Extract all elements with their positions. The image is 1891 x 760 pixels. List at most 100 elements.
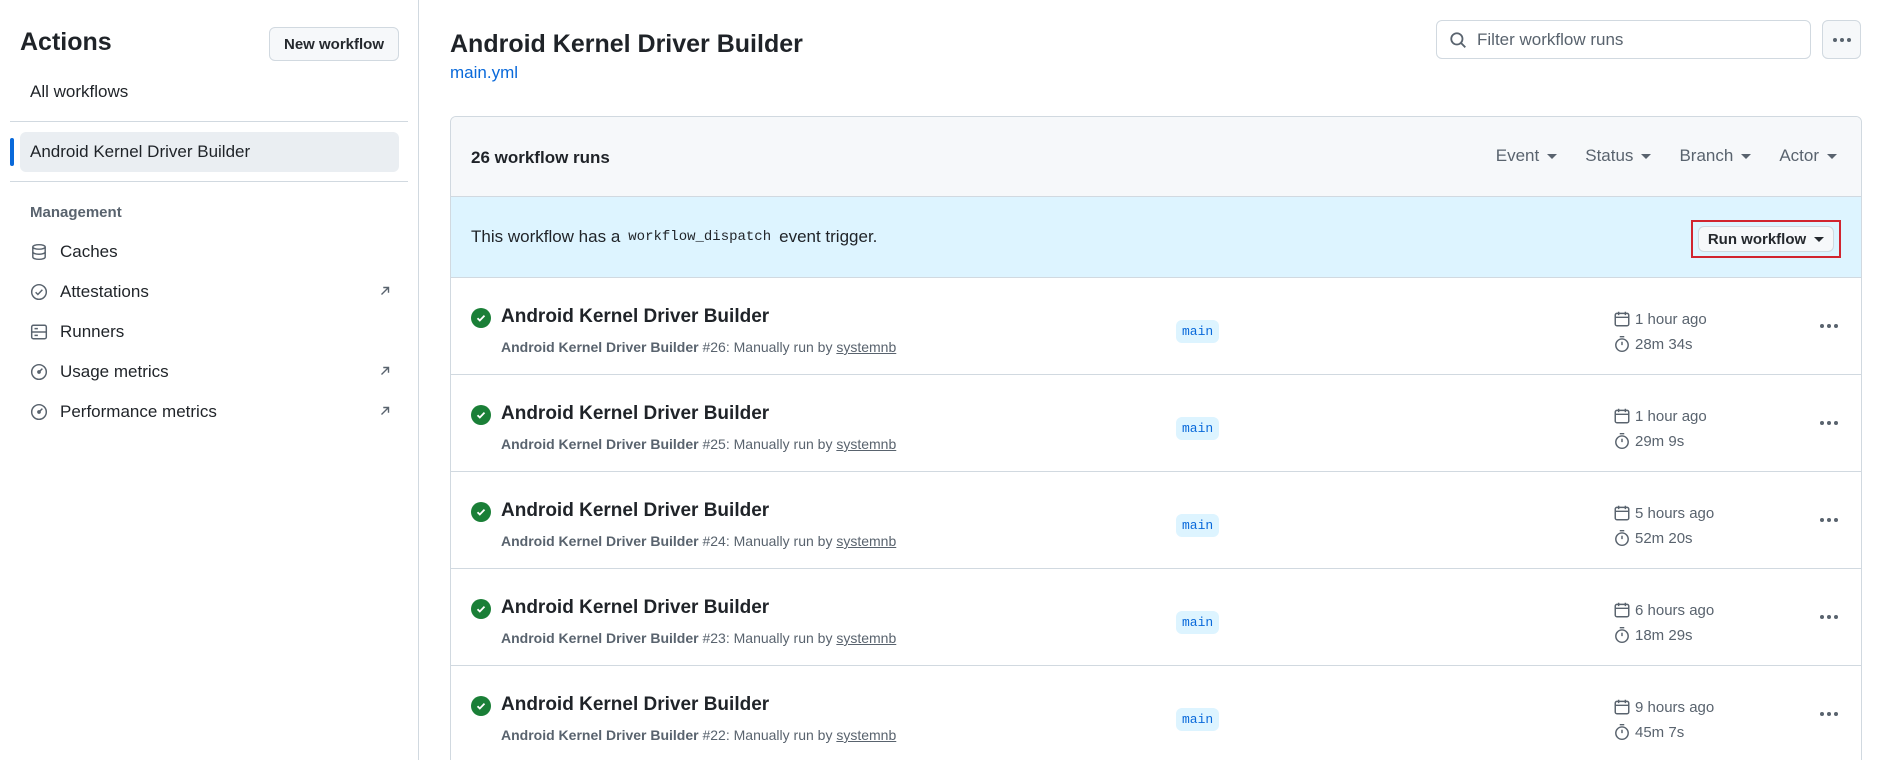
run-time: 1 hour ago bbox=[1613, 407, 1707, 425]
success-check-icon bbox=[471, 599, 491, 619]
branch-badge[interactable]: main bbox=[1176, 514, 1220, 537]
run-title-link[interactable]: Android Kernel Driver Builder bbox=[501, 306, 769, 328]
kebab-horizontal-icon bbox=[1820, 421, 1838, 425]
run-duration: 52m 20s bbox=[1613, 529, 1693, 547]
filter-actor-dropdown[interactable]: Actor bbox=[1779, 146, 1837, 166]
run-detail: #22: Manually run by bbox=[702, 727, 833, 743]
run-title-link[interactable]: Android Kernel Driver Builder bbox=[501, 403, 769, 425]
sidebar-item-usage-metrics[interactable]: Usage metrics bbox=[28, 356, 400, 388]
more-options-button[interactable] bbox=[1822, 20, 1861, 59]
caret-down-icon bbox=[1827, 153, 1837, 159]
success-check-icon bbox=[471, 696, 491, 716]
all-workflows-link[interactable]: All workflows bbox=[30, 82, 128, 102]
run-actor-link[interactable]: systemnb bbox=[836, 630, 896, 646]
verified-icon bbox=[28, 281, 50, 303]
run-actor-link[interactable]: systemnb bbox=[836, 339, 896, 355]
run-time: 1 hour ago bbox=[1613, 310, 1707, 328]
kebab-horizontal-icon bbox=[1820, 615, 1838, 619]
active-indicator bbox=[10, 138, 14, 166]
new-workflow-button[interactable]: New workflow bbox=[269, 27, 399, 61]
run-workflow-name: Android Kernel Driver Builder bbox=[501, 436, 699, 452]
run-when: 6 hours ago bbox=[1635, 601, 1715, 619]
run-actor-link[interactable]: systemnb bbox=[836, 727, 896, 743]
filter-runs-input[interactable]: Filter workflow runs bbox=[1436, 20, 1811, 59]
run-row[interactable]: Android Kernel Driver Builder Android Ke… bbox=[451, 278, 1861, 375]
sidebar-item-label: Usage metrics bbox=[60, 362, 169, 381]
run-workflow-label: Run workflow bbox=[1707, 230, 1807, 248]
caret-down-icon bbox=[1547, 153, 1558, 159]
meter-icon bbox=[28, 401, 50, 423]
workflow-file-link[interactable]: main.yml bbox=[450, 63, 518, 83]
run-detail: #25: Manually run by bbox=[702, 436, 833, 452]
run-options-button[interactable] bbox=[1814, 510, 1844, 530]
stopwatch-icon bbox=[1615, 335, 1629, 353]
branch-badge[interactable]: main bbox=[1176, 320, 1220, 343]
search-icon bbox=[1450, 32, 1466, 48]
branch-badge[interactable]: main bbox=[1176, 611, 1220, 634]
run-row[interactable]: Android Kernel Driver Builder Android Ke… bbox=[451, 472, 1861, 569]
stopwatch-icon bbox=[1615, 723, 1629, 741]
sidebar-item-runners[interactable]: Runners bbox=[28, 316, 400, 348]
run-workflow-highlight: Run workflow bbox=[1691, 220, 1841, 258]
calendar-icon bbox=[1614, 505, 1630, 521]
filter-status-dropdown[interactable]: Status bbox=[1585, 146, 1652, 166]
run-workflow-name: Android Kernel Driver Builder bbox=[501, 339, 699, 355]
run-workflow-name: Android Kernel Driver Builder bbox=[501, 727, 699, 743]
page-title: Android Kernel Driver Builder bbox=[450, 30, 803, 58]
caret-down-icon bbox=[1741, 153, 1752, 159]
filter-event-dropdown[interactable]: Event bbox=[1496, 146, 1558, 166]
sidebar-item-active-workflow[interactable]: Android Kernel Driver Builder bbox=[20, 132, 399, 172]
stopwatch-icon bbox=[1615, 529, 1629, 547]
run-subtitle: Android Kernel Driver Builder #26: Manua… bbox=[501, 339, 896, 355]
run-title-link[interactable]: Android Kernel Driver Builder bbox=[501, 597, 769, 619]
kebab-horizontal-icon bbox=[1832, 37, 1851, 42]
branch-badge[interactable]: main bbox=[1176, 708, 1220, 731]
filter-label: Branch bbox=[1679, 146, 1734, 165]
sidebar-item-performance-metrics[interactable]: Performance metrics bbox=[28, 396, 400, 428]
sidebar-item-label: Attestations bbox=[60, 282, 149, 301]
sidebar-item-attestations[interactable]: Attestations bbox=[28, 276, 400, 308]
caret-down-icon bbox=[1641, 153, 1652, 159]
sidebar-item-label: Runners bbox=[60, 322, 125, 341]
run-duration-value: 18m 29s bbox=[1635, 626, 1693, 644]
run-when: 1 hour ago bbox=[1635, 407, 1707, 425]
caret-down-icon bbox=[1814, 236, 1825, 242]
kebab-horizontal-icon bbox=[1820, 518, 1838, 522]
sidebar-item-caches[interactable]: Caches bbox=[28, 236, 400, 268]
filter-branch-dropdown[interactable]: Branch bbox=[1679, 146, 1752, 166]
success-check-icon bbox=[471, 405, 491, 425]
run-options-button[interactable] bbox=[1814, 413, 1844, 433]
run-title-link[interactable]: Android Kernel Driver Builder bbox=[501, 694, 769, 716]
run-duration: 28m 34s bbox=[1613, 335, 1693, 353]
run-row[interactable]: Android Kernel Driver Builder Android Ke… bbox=[451, 375, 1861, 472]
branch-badge[interactable]: main bbox=[1176, 417, 1220, 440]
kebab-horizontal-icon bbox=[1820, 712, 1838, 716]
sidebar-item-label: Performance metrics bbox=[60, 402, 217, 421]
external-link-icon bbox=[381, 286, 390, 295]
calendar-icon bbox=[1614, 408, 1630, 424]
run-options-button[interactable] bbox=[1814, 316, 1844, 336]
run-row[interactable]: Android Kernel Driver Builder Android Ke… bbox=[451, 569, 1861, 666]
filter-placeholder: Filter workflow runs bbox=[1477, 29, 1624, 49]
run-options-button[interactable] bbox=[1814, 607, 1844, 627]
filter-label: Status bbox=[1585, 146, 1634, 165]
stopwatch-icon bbox=[1615, 432, 1629, 450]
calendar-icon bbox=[1614, 699, 1630, 715]
run-when: 9 hours ago bbox=[1635, 698, 1715, 716]
run-duration-value: 52m 20s bbox=[1635, 529, 1693, 547]
calendar-icon bbox=[1614, 311, 1630, 327]
run-duration-value: 29m 9s bbox=[1635, 432, 1685, 450]
filter-label: Actor bbox=[1779, 146, 1819, 165]
run-title-link[interactable]: Android Kernel Driver Builder bbox=[501, 500, 769, 522]
run-actor-link[interactable]: systemnb bbox=[836, 533, 896, 549]
run-actor-link[interactable]: systemnb bbox=[836, 436, 896, 452]
dispatch-text-after: event trigger. bbox=[779, 227, 878, 246]
server-icon bbox=[28, 321, 50, 343]
run-duration: 29m 9s bbox=[1613, 432, 1684, 450]
run-options-button[interactable] bbox=[1814, 704, 1844, 724]
meter-icon bbox=[28, 361, 50, 383]
run-time: 6 hours ago bbox=[1613, 601, 1714, 619]
success-check-icon bbox=[471, 502, 491, 522]
run-workflow-button[interactable]: Run workflow bbox=[1698, 226, 1834, 252]
run-row[interactable]: Android Kernel Driver Builder Android Ke… bbox=[451, 666, 1861, 760]
